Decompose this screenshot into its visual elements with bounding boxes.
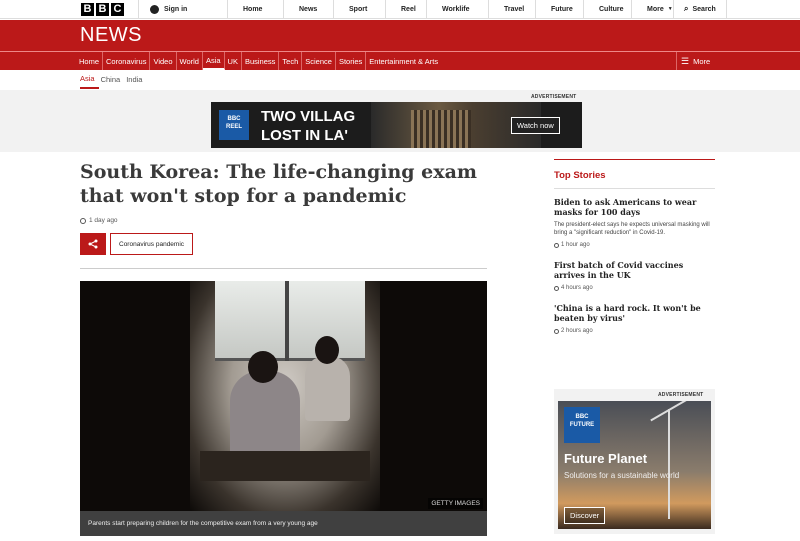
global-nav-home[interactable]: Home bbox=[227, 0, 283, 18]
news-masthead: NEWS bbox=[0, 19, 800, 51]
story-time-text: 1 hour ago bbox=[561, 242, 590, 248]
article-timestamp: 1 day ago bbox=[80, 217, 118, 224]
story-time-text: 4 hours ago bbox=[561, 285, 593, 291]
top-stories-title: Top Stories bbox=[554, 170, 715, 189]
article-photo: GETTY IMAGES bbox=[80, 281, 487, 511]
nav-item-business[interactable]: Business bbox=[242, 52, 280, 70]
watch-now-button[interactable]: Watch now bbox=[511, 117, 560, 134]
story-summary: The president-elect says he expects univ… bbox=[554, 222, 710, 236]
nav-more-label: More bbox=[693, 56, 711, 66]
global-nav-more[interactable]: More ▼ bbox=[631, 0, 673, 18]
more-label: More bbox=[647, 5, 664, 13]
side-ad-creative: BBC FUTURE Future Planet Solutions for a… bbox=[558, 401, 711, 529]
ad-label: ADVERTISEMENT bbox=[531, 94, 577, 100]
search-label: Search bbox=[692, 5, 716, 13]
bbc-reel-logo: BBC REEL bbox=[219, 110, 249, 140]
nav-item-uk[interactable]: UK bbox=[225, 52, 242, 70]
story-time: 1 hour ago bbox=[554, 242, 715, 248]
side-ad-title: Future Planet bbox=[564, 451, 648, 466]
nav-item-coronavirus[interactable]: Coronavirus bbox=[103, 52, 151, 70]
article-headline: South Korea: The life-changing exam that… bbox=[80, 161, 478, 207]
side-ad-subtitle: Solutions for a sustainable world bbox=[564, 471, 680, 480]
news-nav-list: Home Coronavirus Video World Asia UK Bus… bbox=[76, 52, 441, 70]
nav-item-video[interactable]: Video bbox=[150, 52, 177, 70]
wind-turbine-graphic bbox=[668, 409, 670, 519]
subnav-item-china[interactable]: China bbox=[101, 70, 125, 89]
ad-headline: TWO VILLAG LOST IN LA' bbox=[261, 107, 355, 145]
clock-icon bbox=[554, 328, 559, 334]
subnav-item-asia[interactable]: Asia bbox=[80, 70, 99, 89]
global-nav-travel[interactable]: Travel bbox=[488, 0, 535, 18]
side-advertisement[interactable]: ADVERTISEMENT BBC FUTURE Future Planet S… bbox=[554, 389, 715, 534]
logo-letter: C bbox=[111, 2, 124, 16]
global-nav-worklife[interactable]: Worklife bbox=[426, 0, 488, 18]
photo-desk bbox=[200, 451, 370, 481]
story-item[interactable]: Biden to ask Americans to wear masks for… bbox=[554, 197, 715, 248]
ad-label: ADVERTISEMENT bbox=[658, 392, 704, 398]
search-icon: ⌕ bbox=[684, 4, 689, 13]
photo-window bbox=[215, 281, 365, 361]
top-stories: Top Stories Biden to ask Americans to we… bbox=[554, 159, 715, 334]
story-time: 4 hours ago bbox=[554, 285, 715, 291]
story-title[interactable]: Biden to ask Americans to wear masks for… bbox=[554, 197, 715, 217]
signin-link[interactable]: Sign in bbox=[138, 0, 226, 18]
top-advertisement[interactable]: BBC REEL TWO VILLAG LOST IN LA' Watch no… bbox=[211, 102, 582, 148]
nav-item-entertainment[interactable]: Entertainment & Arts bbox=[366, 52, 441, 70]
global-header: B B C Sign in Home News Sport Reel Workl… bbox=[0, 0, 800, 19]
global-nav-culture[interactable]: Culture bbox=[583, 0, 631, 18]
news-nav: Home Coronavirus Video World Asia UK Bus… bbox=[0, 51, 800, 70]
clock-icon bbox=[554, 242, 559, 248]
story-title[interactable]: 'China is a hard rock. It won't be beate… bbox=[554, 303, 715, 323]
nav-item-asia[interactable]: Asia bbox=[202, 52, 225, 70]
news-brand[interactable]: NEWS bbox=[80, 24, 142, 47]
discover-button[interactable]: Discover bbox=[564, 507, 606, 524]
ad-brand-line: BBC bbox=[227, 116, 241, 122]
clock-icon bbox=[554, 285, 559, 291]
photo-scene bbox=[190, 281, 380, 511]
search-link[interactable]: ⌕ Search bbox=[673, 0, 727, 18]
logo-letter: B bbox=[96, 2, 109, 16]
share-icon bbox=[88, 239, 98, 249]
logo-letter: B bbox=[81, 2, 94, 16]
caret-down-icon: ▼ bbox=[667, 6, 673, 12]
nav-item-home[interactable]: Home bbox=[76, 52, 104, 70]
nav-item-science[interactable]: Science bbox=[302, 52, 336, 70]
ad-headline-line: LOST IN LA' bbox=[261, 127, 348, 144]
bbc-future-logo: BBC FUTURE bbox=[564, 407, 600, 443]
timestamp-text: 1 day ago bbox=[89, 217, 118, 224]
nav-item-world[interactable]: World bbox=[177, 52, 203, 70]
ad-brand-line: FUTURE bbox=[569, 422, 595, 428]
story-time-text: 2 hours ago bbox=[561, 328, 593, 334]
hamburger-icon: ☰ bbox=[681, 55, 690, 66]
photo-credit: GETTY IMAGES bbox=[428, 498, 483, 509]
global-nav-future[interactable]: Future bbox=[535, 0, 583, 18]
story-item[interactable]: First batch of Covid vaccines arrives in… bbox=[554, 260, 715, 291]
story-time: 2 hours ago bbox=[554, 328, 715, 334]
global-nav-reel[interactable]: Reel bbox=[385, 0, 426, 18]
global-nav-sport[interactable]: Sport bbox=[333, 0, 385, 18]
ad-headline-line: TWO VILLAG bbox=[261, 108, 356, 125]
photo-student-back bbox=[305, 336, 350, 421]
nav-item-tech[interactable]: Tech bbox=[279, 52, 303, 70]
story-title[interactable]: First batch of Covid vaccines arrives in… bbox=[554, 260, 715, 280]
photo-caption: Parents start preparing children for the… bbox=[80, 511, 487, 536]
topic-tag[interactable]: Coronavirus pandemic bbox=[110, 233, 194, 255]
nav-item-stories[interactable]: Stories bbox=[336, 52, 367, 70]
global-nav-news[interactable]: News bbox=[283, 0, 333, 18]
ad-brand-line: BBC bbox=[575, 414, 589, 420]
subnav-item-india[interactable]: India bbox=[126, 70, 146, 89]
user-icon bbox=[150, 4, 159, 14]
divider bbox=[80, 268, 487, 269]
share-button[interactable] bbox=[80, 233, 106, 255]
secondary-nav: Asia China India bbox=[80, 70, 800, 89]
photo-student-front bbox=[230, 351, 300, 461]
global-nav: Home News Sport Reel Worklife Travel Fut… bbox=[227, 0, 673, 18]
story-item[interactable]: 'China is a hard rock. It won't be beate… bbox=[554, 303, 715, 334]
signin-label: Sign in bbox=[164, 5, 188, 13]
nav-more-button[interactable]: ☰ More bbox=[676, 52, 710, 70]
clock-icon bbox=[80, 217, 86, 224]
ad-brand-line: REEL bbox=[225, 124, 242, 130]
sidebar-rule bbox=[554, 159, 715, 160]
bbc-logo[interactable]: B B C bbox=[81, 0, 124, 18]
